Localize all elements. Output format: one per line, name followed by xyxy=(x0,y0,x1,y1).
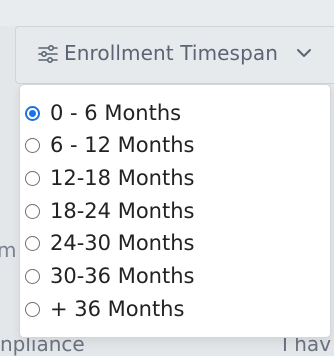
option-over-36-months[interactable]: + 36 Months xyxy=(25,294,184,324)
filter-label: Enrollment Timespan xyxy=(64,41,278,65)
top-bar xyxy=(0,0,334,26)
option-label: 0 - 6 Months xyxy=(50,101,182,125)
option-label: 6 - 12 Months xyxy=(50,133,195,157)
radio-button[interactable] xyxy=(25,137,40,153)
radio-button[interactable] xyxy=(25,170,40,186)
option-18-24-months[interactable]: 18-24 Months xyxy=(25,196,194,226)
radio-button-selected[interactable] xyxy=(25,105,40,121)
sliders-icon xyxy=(38,45,58,63)
timespan-dropdown: 0 - 6 Months 6 - 12 Months 12-18 Months … xyxy=(19,84,331,338)
radio-button[interactable] xyxy=(25,268,40,284)
background-text-fragment: m xyxy=(0,238,17,262)
radio-button[interactable] xyxy=(25,301,40,317)
chevron-down-icon xyxy=(297,49,311,57)
option-0-6-months[interactable]: 0 - 6 Months xyxy=(25,98,181,128)
option-30-36-months[interactable]: 30-36 Months xyxy=(25,261,194,291)
enrollment-timespan-filter-button[interactable]: Enrollment Timespan xyxy=(15,26,334,84)
option-24-30-months[interactable]: 24-30 Months xyxy=(25,228,194,258)
option-label: 18-24 Months xyxy=(50,199,195,223)
option-12-18-months[interactable]: 12-18 Months xyxy=(25,163,194,193)
radio-button[interactable] xyxy=(25,235,40,251)
option-label: 30-36 Months xyxy=(50,264,195,288)
radio-button[interactable] xyxy=(25,203,40,219)
option-label: + 36 Months xyxy=(50,297,185,321)
option-label: 24-30 Months xyxy=(50,231,195,255)
option-6-12-months[interactable]: 6 - 12 Months xyxy=(25,130,194,160)
option-label: 12-18 Months xyxy=(50,166,195,190)
